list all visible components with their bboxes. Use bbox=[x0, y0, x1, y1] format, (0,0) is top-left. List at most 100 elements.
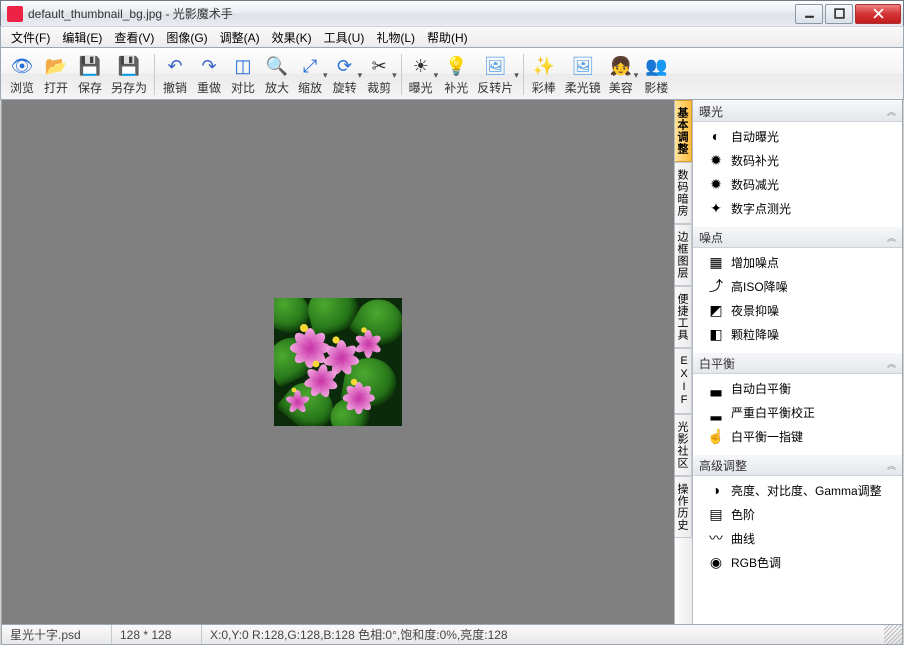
tool-fill-light[interactable]: 💡补光 bbox=[439, 50, 473, 99]
vtab-border-layer[interactable]: 边框图层 bbox=[675, 224, 692, 286]
zoom-icon: ⤢ bbox=[298, 54, 322, 78]
tool-open[interactable]: 📂打开 bbox=[39, 50, 73, 99]
tool-save[interactable]: 💾保存 bbox=[73, 50, 107, 99]
tool-beauty[interactable]: 👧美容▾ bbox=[605, 50, 640, 99]
item-icon: ✹ bbox=[707, 152, 725, 169]
maximize-button[interactable] bbox=[825, 4, 853, 24]
face-icon: 👧 bbox=[609, 54, 633, 78]
tool-redo[interactable]: ↷重做 bbox=[192, 50, 226, 99]
minimize-button[interactable] bbox=[795, 4, 823, 24]
vtab-community[interactable]: 光影社区 bbox=[675, 414, 692, 476]
canvas-area[interactable] bbox=[2, 100, 674, 624]
section-header[interactable]: 高级调整︽ bbox=[693, 454, 902, 476]
zoom-in-icon: 🔍 bbox=[265, 54, 289, 78]
status-dim: 128 * 128 bbox=[112, 625, 202, 644]
panel-item[interactable]: ▦增加噪点 bbox=[693, 250, 902, 274]
tool-zoom[interactable]: ⤢缩放▾ bbox=[294, 50, 329, 99]
close-button[interactable] bbox=[855, 4, 901, 24]
item-icon: ✦ bbox=[707, 200, 725, 217]
vtab-history[interactable]: 操作历史 bbox=[675, 476, 692, 538]
menubar: 文件(F) 编辑(E) 查看(V) 图像(G) 调整(A) 效果(K) 工具(U… bbox=[0, 26, 904, 48]
section-title: 高级调整 bbox=[699, 457, 747, 474]
studio-icon: 👥 bbox=[644, 54, 668, 78]
panel-item[interactable]: ▂严重白平衡校正 bbox=[693, 400, 902, 424]
app-icon bbox=[7, 6, 23, 22]
section-header[interactable]: 曝光︽ bbox=[693, 100, 902, 122]
tool-magic-wand[interactable]: ✨彩棒 bbox=[527, 50, 561, 99]
tool-undo[interactable]: ↶撤销 bbox=[158, 50, 192, 99]
item-icon: ◩ bbox=[707, 302, 725, 319]
tool-studio[interactable]: 👥影楼 bbox=[639, 50, 673, 99]
item-icon: ◧ bbox=[707, 326, 725, 343]
tool-negative[interactable]: 🖼反转片▾ bbox=[473, 50, 520, 99]
tool-save-as[interactable]: 💾另存为 bbox=[107, 50, 151, 99]
panel-item[interactable]: ✦数字点测光 bbox=[693, 196, 902, 220]
side-panel: 曝光︽◐自动曝光✹数码补光✹数码减光✦数字点测光噪点︽▦增加噪点⤴高ISO降噪◩… bbox=[692, 100, 902, 624]
section-header[interactable]: 噪点︽ bbox=[693, 226, 902, 248]
panel-item[interactable]: 〰曲线 bbox=[693, 526, 902, 550]
tool-exposure[interactable]: ☀曝光▾ bbox=[405, 50, 440, 99]
item-icon: ✹ bbox=[707, 176, 725, 193]
chevron-up-icon: ︽ bbox=[887, 105, 896, 118]
panel-item[interactable]: ◧颗粒降噪 bbox=[693, 322, 902, 346]
tool-soft-lens[interactable]: 🖼柔光镜 bbox=[561, 50, 605, 99]
item-label: 自动曝光 bbox=[731, 128, 779, 145]
panel-item[interactable]: ✹数码补光 bbox=[693, 148, 902, 172]
panel-item[interactable]: ◑亮度、对比度、Gamma调整 bbox=[693, 478, 902, 502]
negative-icon: 🖼 bbox=[483, 54, 507, 78]
section-title: 白平衡 bbox=[699, 355, 735, 372]
panel-item[interactable]: ◩夜景抑噪 bbox=[693, 298, 902, 322]
vtab-exif[interactable]: EXIF bbox=[675, 348, 692, 414]
panel-item[interactable]: ▃自动白平衡 bbox=[693, 376, 902, 400]
resize-grip[interactable] bbox=[884, 625, 902, 644]
statusbar: 星光十字.psd 128 * 128 X:0,Y:0 R:128,G:128,B… bbox=[1, 625, 903, 645]
panel-item[interactable]: ◉ RGB色调 bbox=[693, 550, 902, 574]
panel-item[interactable]: ☝白平衡一指键 bbox=[693, 424, 902, 448]
item-icon: ⤴ bbox=[707, 276, 725, 296]
tool-compare[interactable]: ◫对比 bbox=[226, 50, 260, 99]
crop-icon: ✂ bbox=[367, 54, 391, 78]
chevron-up-icon: ︽ bbox=[887, 357, 896, 370]
item-icon: ◉ bbox=[707, 554, 725, 571]
toolbar-separator bbox=[523, 54, 524, 95]
panel-item[interactable]: ✹ 数码减光 bbox=[693, 172, 902, 196]
tool-zoom-in[interactable]: 🔍放大 bbox=[260, 50, 294, 99]
tool-browse[interactable]: 👁浏览 bbox=[5, 50, 39, 99]
toolbar-separator bbox=[401, 54, 402, 95]
vtab-quick-tools[interactable]: 便捷工具 bbox=[675, 286, 692, 348]
canvas-image bbox=[274, 298, 402, 426]
vtab-basic-adjust[interactable]: 基本调整 bbox=[675, 100, 692, 162]
panel-item[interactable]: ◐自动曝光 bbox=[693, 124, 902, 148]
redo-icon: ↷ bbox=[197, 54, 221, 78]
compare-icon: ◫ bbox=[231, 54, 255, 78]
chevron-down-icon: ▾ bbox=[514, 70, 519, 81]
chevron-down-icon: ▾ bbox=[634, 70, 639, 81]
item-label: 自动白平衡 bbox=[731, 380, 791, 397]
status-info: X:0,Y:0 R:128,G:128,B:128 色相:0°,饱和度:0%,亮… bbox=[202, 626, 884, 643]
item-label: RGB色调 bbox=[731, 554, 781, 571]
item-label: 增加噪点 bbox=[731, 254, 779, 271]
vtab-darkroom[interactable]: 数码暗房 bbox=[675, 162, 692, 224]
tool-crop[interactable]: ✂裁剪▾ bbox=[363, 50, 398, 99]
panel-item[interactable]: ▤色阶 bbox=[693, 502, 902, 526]
item-icon: ◑ bbox=[707, 482, 725, 498]
menu-edit[interactable]: 编辑(E) bbox=[56, 27, 108, 48]
menu-image[interactable]: 图像(G) bbox=[160, 27, 213, 48]
rotate-icon: ⟳ bbox=[333, 54, 357, 78]
item-label: 白平衡一指键 bbox=[731, 428, 803, 445]
menu-effect[interactable]: 效果(K) bbox=[266, 27, 318, 48]
menu-gift[interactable]: 礼物(L) bbox=[370, 27, 421, 48]
exposure-icon: ☀ bbox=[409, 54, 433, 78]
tool-rotate[interactable]: ⟳旋转▾ bbox=[329, 50, 364, 99]
save-icon: 💾 bbox=[78, 54, 102, 78]
menu-help[interactable]: 帮助(H) bbox=[421, 27, 474, 48]
menu-adjust[interactable]: 调整(A) bbox=[214, 27, 266, 48]
menu-view[interactable]: 查看(V) bbox=[108, 27, 160, 48]
menu-file[interactable]: 文件(F) bbox=[5, 27, 56, 48]
magic-wand-icon: ✨ bbox=[532, 54, 556, 78]
item-label: 数码减光 bbox=[731, 176, 779, 193]
menu-tools[interactable]: 工具(U) bbox=[318, 27, 371, 48]
section-title: 噪点 bbox=[699, 229, 723, 246]
section-header[interactable]: 白平衡 ︽ bbox=[693, 352, 902, 374]
panel-item[interactable]: ⤴高ISO降噪 bbox=[693, 274, 902, 298]
